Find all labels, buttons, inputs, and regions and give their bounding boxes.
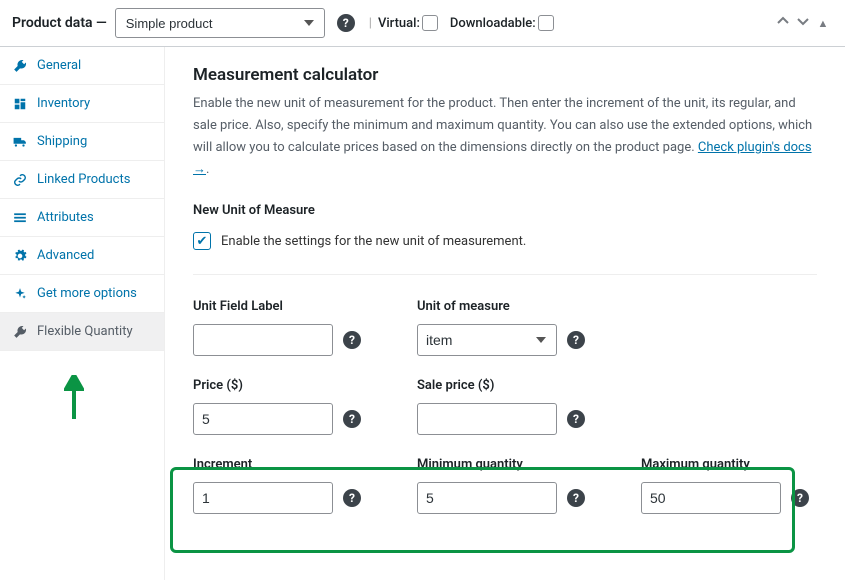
truck-icon xyxy=(12,135,28,149)
downloadable-toggle[interactable]: Downloadable: xyxy=(450,15,554,31)
enable-unit-label: Enable the settings for the new unit of … xyxy=(221,234,526,249)
price-input[interactable] xyxy=(193,403,333,435)
product-data-header: Product data — Simple product ? | Virtua… xyxy=(0,0,845,47)
product-type-select[interactable]: Simple product xyxy=(115,8,325,38)
field-label: Increment xyxy=(193,457,369,472)
separator: | xyxy=(369,16,372,31)
increment-input[interactable] xyxy=(193,482,333,514)
move-down-icon[interactable] xyxy=(793,14,813,32)
sidebar-item-flexible-quantity[interactable]: Flexible Quantity xyxy=(0,313,164,351)
sidebar-item-label: General xyxy=(37,58,81,73)
help-icon[interactable]: ? xyxy=(343,410,361,428)
field-label: Price ($) xyxy=(193,378,369,393)
list-icon xyxy=(12,211,28,225)
divider xyxy=(193,274,817,275)
sidebar-item-get-more[interactable]: Get more options xyxy=(0,275,164,313)
product-type-help-icon[interactable]: ? xyxy=(337,14,355,32)
page-description: Enable the new unit of measurement for t… xyxy=(193,93,817,181)
virtual-checkbox[interactable] xyxy=(422,15,438,31)
product-data-tabs: General Inventory Shipping Linked Produc… xyxy=(0,47,165,580)
help-icon[interactable]: ? xyxy=(791,489,809,507)
enable-unit-checkbox[interactable]: ✔ xyxy=(193,232,211,250)
help-icon[interactable]: ? xyxy=(343,489,361,507)
field-unit-label: Unit Field Label ? xyxy=(193,299,369,356)
sidebar-item-general[interactable]: General xyxy=(0,47,164,85)
field-price: Price ($) ? xyxy=(193,378,369,435)
max-quantity-input[interactable] xyxy=(641,482,781,514)
tab-panel-flexible-quantity: Measurement calculator Enable the new un… xyxy=(165,47,845,580)
sparkle-icon xyxy=(12,287,28,301)
section-heading: New Unit of Measure xyxy=(193,203,817,218)
sale-price-input[interactable] xyxy=(417,403,557,435)
unit-field-label-input[interactable] xyxy=(193,324,333,356)
sidebar-item-inventory[interactable]: Inventory xyxy=(0,85,164,123)
sidebar-item-label: Flexible Quantity xyxy=(37,324,133,339)
field-label: Minimum quantity xyxy=(417,457,593,472)
sidebar-item-shipping[interactable]: Shipping xyxy=(0,123,164,161)
field-label: Sale price ($) xyxy=(417,378,593,393)
downloadable-checkbox[interactable] xyxy=(538,15,554,31)
help-icon[interactable]: ? xyxy=(567,489,585,507)
field-max-quantity: Maximum quantity ? xyxy=(641,457,817,514)
virtual-toggle[interactable]: Virtual: xyxy=(378,15,438,31)
field-label: Maximum quantity xyxy=(641,457,817,472)
help-icon[interactable]: ? xyxy=(343,331,361,349)
sidebar-item-label: Linked Products xyxy=(37,172,130,187)
sidebar-item-label: Advanced xyxy=(37,248,94,263)
sidebar-item-linked-products[interactable]: Linked Products xyxy=(0,161,164,199)
inventory-icon xyxy=(12,97,28,111)
help-icon[interactable]: ? xyxy=(567,410,585,428)
panel-title: Product data — xyxy=(12,15,107,31)
min-quantity-input[interactable] xyxy=(417,482,557,514)
field-unit-of-measure: Unit of measure item ? xyxy=(417,299,593,356)
sidebar-item-label: Get more options xyxy=(37,286,137,301)
gear-icon xyxy=(12,249,28,263)
field-increment: Increment ? xyxy=(193,457,369,514)
wrench-icon xyxy=(12,59,28,73)
field-label: Unit of measure xyxy=(417,299,593,314)
field-label: Unit Field Label xyxy=(193,299,369,314)
link-icon xyxy=(12,173,28,187)
sidebar-item-attributes[interactable]: Attributes xyxy=(0,199,164,237)
help-icon[interactable]: ? xyxy=(567,331,585,349)
collapse-panel-icon[interactable]: ▲ xyxy=(813,17,833,30)
field-min-quantity: Minimum quantity ? xyxy=(417,457,593,514)
sidebar-item-label: Attributes xyxy=(37,210,94,225)
wrench-icon xyxy=(12,325,28,339)
field-sale-price: Sale price ($) ? xyxy=(417,378,593,435)
sidebar-item-label: Shipping xyxy=(37,134,87,149)
sidebar-item-advanced[interactable]: Advanced xyxy=(0,237,164,275)
move-up-icon[interactable] xyxy=(773,14,793,32)
page-title: Measurement calculator xyxy=(193,65,817,85)
unit-of-measure-select[interactable]: item xyxy=(417,324,557,356)
sidebar-item-label: Inventory xyxy=(37,96,90,111)
